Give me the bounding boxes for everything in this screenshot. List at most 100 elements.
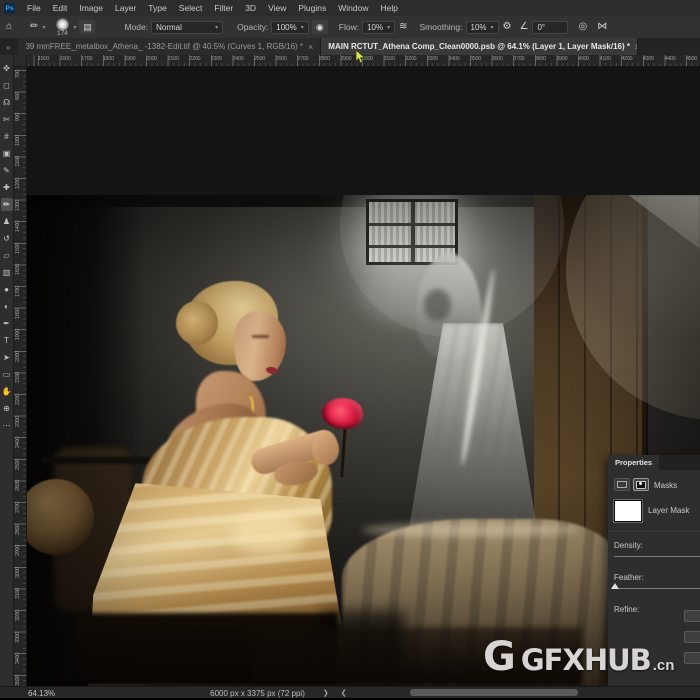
color-range-button[interactable] xyxy=(684,631,700,643)
menu-item-type[interactable]: Type xyxy=(142,0,172,16)
brush-picker-carrot-icon[interactable]: ▾ xyxy=(73,24,76,31)
mode-dropdown[interactable]: Normal ▾ xyxy=(151,21,223,34)
invert-button[interactable] xyxy=(684,652,700,664)
density-slider[interactable] xyxy=(614,556,700,557)
horizontal-scrollbar-thumb[interactable] xyxy=(410,689,578,696)
flow-dropdown[interactable]: 10% ▾ xyxy=(362,21,395,34)
v-ruler-label: 1200 xyxy=(15,178,21,189)
v-ruler-label: 1600 xyxy=(15,264,21,275)
select-and-mask-button[interactable] xyxy=(684,610,700,622)
tab-overflow-chevron-icon[interactable]: » xyxy=(0,43,18,55)
brush-preview[interactable]: 174 xyxy=(51,18,73,36)
brush-tool[interactable]: ✏ xyxy=(1,198,13,211)
h-ruler-label: 1700 xyxy=(81,56,92,62)
quick-selection-tool[interactable]: ✄ xyxy=(1,113,13,126)
menu-item-select[interactable]: Select xyxy=(173,0,209,16)
home-icon[interactable]: ⌂ xyxy=(6,17,12,37)
menu-item-filter[interactable]: Filter xyxy=(208,0,239,16)
crop-tool[interactable]: # xyxy=(1,130,13,143)
status-arrow-right-icon[interactable]: ❯ xyxy=(323,689,329,697)
menu-item-3d[interactable]: 3D xyxy=(239,0,262,16)
frame-tool[interactable]: ▣ xyxy=(1,147,13,160)
mode-value: Normal xyxy=(156,23,182,32)
h-ruler-label: 2800 xyxy=(319,56,330,62)
layer-mask-thumbnail[interactable] xyxy=(614,500,642,522)
status-arrow-left-icon[interactable]: ❮ xyxy=(341,689,347,697)
angle-field[interactable]: 0° xyxy=(532,21,568,34)
smoothing-dropdown[interactable]: 10% ▾ xyxy=(466,21,499,34)
brush-settings-panel-icon[interactable]: ▤ xyxy=(79,20,95,34)
h-ruler-label: 2300 xyxy=(211,56,222,62)
gradient-tool[interactable]: ▥ xyxy=(1,266,13,279)
document-tab-2[interactable]: MAIN RCTUT_Athena Comp_Clean0000.psb @ 6… xyxy=(321,38,638,55)
panel-divider xyxy=(608,531,700,532)
menu-item-window[interactable]: Window xyxy=(332,0,374,16)
menu-items: FileEditImageLayerTypeSelectFilter3DView… xyxy=(21,0,404,16)
photoshop-logo-icon[interactable]: Ps xyxy=(4,3,15,14)
feather-slider[interactable] xyxy=(614,588,700,589)
v-ruler-label: 1400 xyxy=(15,221,21,232)
pressure-size-icon[interactable]: ◎ xyxy=(578,17,587,37)
gear-icon[interactable]: ⚙ xyxy=(503,17,512,37)
menu-item-view[interactable]: View xyxy=(262,0,292,16)
photoshop-window: Ps FileEditImageLayerTypeSelectFilter3DV… xyxy=(0,0,700,700)
menu-item-file[interactable]: File xyxy=(21,0,47,16)
brush-preset-carrot-icon[interactable]: ▾ xyxy=(42,24,45,31)
h-ruler-label: 2600 xyxy=(276,56,287,62)
v-ruler-label: 900 xyxy=(15,113,21,121)
tab-close-icon[interactable]: × xyxy=(635,42,638,52)
mode-label: Mode: xyxy=(124,22,148,32)
photo-vignette xyxy=(26,195,700,686)
edit-toolbar[interactable]: ⋯ xyxy=(1,419,13,432)
healing-brush-tool[interactable]: ✚ xyxy=(1,181,13,194)
tab-close-icon[interactable]: × xyxy=(308,42,313,52)
opacity-label: Opacity: xyxy=(237,22,268,32)
menu-item-layer[interactable]: Layer xyxy=(109,0,142,16)
opacity-dropdown[interactable]: 100% ▾ xyxy=(271,21,308,34)
angle-icon: ∠ xyxy=(520,17,529,37)
menu-item-help[interactable]: Help xyxy=(374,0,403,16)
symmetry-icon[interactable]: ⋈ xyxy=(597,17,607,37)
layer-mask-icon[interactable] xyxy=(633,478,649,491)
properties-tab[interactable]: Properties xyxy=(608,455,659,470)
pixel-layer-icon[interactable] xyxy=(614,478,630,491)
watermark-text: GFXHUB xyxy=(521,643,651,677)
menu-item-image[interactable]: Image xyxy=(73,0,109,16)
airbrush-icon[interactable]: ≋ xyxy=(399,17,407,37)
v-ruler-label: 3000 xyxy=(15,567,21,578)
v-ruler-label: 1300 xyxy=(15,200,21,211)
document-tab-1[interactable]: 39 mmFREE_metalbox_Athena_ -1382-Edit.ti… xyxy=(18,38,321,55)
menu-bar: Ps FileEditImageLayerTypeSelectFilter3DV… xyxy=(0,0,700,16)
h-ruler-label: 4100 xyxy=(600,56,611,62)
hand-tool[interactable]: ✋ xyxy=(1,385,13,398)
feather-slider-handle[interactable] xyxy=(611,583,619,589)
h-ruler-label: 1900 xyxy=(124,56,135,62)
zoom-tool[interactable]: ⊕ xyxy=(1,402,13,415)
v-ruler-label: 800 xyxy=(15,92,21,100)
brush-preset-icon[interactable]: ✏ xyxy=(30,17,38,37)
v-ruler-label: 2800 xyxy=(15,524,21,535)
vertical-ruler[interactable]: 7008009001000110012001300140015001600170… xyxy=(14,66,27,686)
rectangle-tool[interactable]: ▭ xyxy=(1,368,13,381)
menu-item-edit[interactable]: Edit xyxy=(47,0,74,16)
document-canvas[interactable] xyxy=(26,195,700,686)
type-tool[interactable]: T xyxy=(1,334,13,347)
smoothing-label: Smoothing: xyxy=(420,22,463,32)
dodge-tool[interactable]: ◐ xyxy=(1,300,13,313)
pressure-opacity-icon[interactable]: ◉ xyxy=(312,20,328,34)
status-zoom-field[interactable]: 64.13% xyxy=(28,689,55,698)
move-tool[interactable]: ✜ xyxy=(1,62,13,75)
path-selection-tool[interactable]: ➤ xyxy=(1,351,13,364)
eraser-tool[interactable]: ▱ xyxy=(1,249,13,262)
eyedropper-tool[interactable]: ✎ xyxy=(1,164,13,177)
ruler-corner xyxy=(14,55,27,67)
pen-tool[interactable]: ✒ xyxy=(1,317,13,330)
marquee-tool[interactable]: ◻ xyxy=(1,79,13,92)
lasso-tool[interactable]: ☊ xyxy=(1,96,13,109)
density-label: Density: xyxy=(614,541,643,550)
menu-item-plugins[interactable]: Plugins xyxy=(292,0,332,16)
history-brush-tool[interactable]: ↺ xyxy=(1,232,13,245)
v-ruler-label: 700 xyxy=(15,70,21,78)
blur-tool[interactable]: ● xyxy=(1,283,13,296)
clone-stamp-tool[interactable]: ♟ xyxy=(1,215,13,228)
